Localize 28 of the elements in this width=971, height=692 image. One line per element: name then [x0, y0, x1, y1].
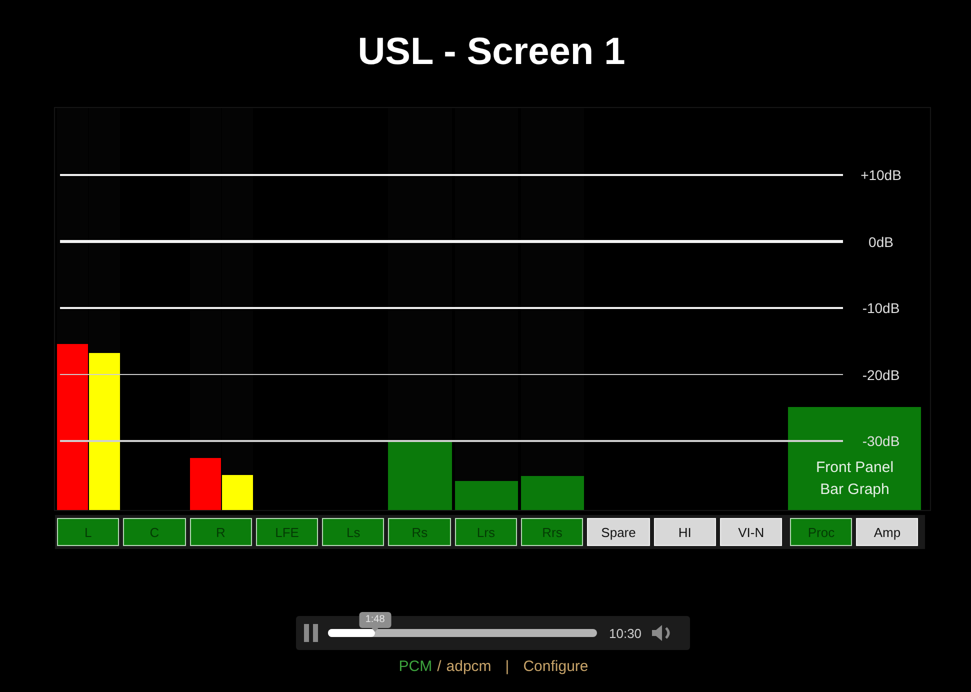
screen-title: USL - Screen 1 — [358, 30, 626, 75]
channel-button[interactable]: L — [57, 518, 120, 546]
channel-button[interactable]: Ls — [322, 518, 384, 546]
pause-icon — [304, 624, 318, 642]
format-link[interactable]: PCM — [398, 657, 432, 677]
pause-button[interactable] — [304, 624, 318, 642]
scale-label: -10dB — [862, 300, 900, 316]
channel-button[interactable]: Spare — [587, 518, 650, 546]
channel-button[interactable]: C — [123, 518, 186, 546]
scale-label: -30dB — [862, 433, 900, 449]
format-separator: / — [437, 657, 442, 677]
channel-button[interactable]: VI-N — [720, 518, 782, 546]
channel-button[interactable]: Lrs — [454, 518, 518, 546]
channel-button[interactable]: LFE — [256, 518, 318, 546]
channel-button[interactable]: HI — [654, 518, 716, 546]
channel-button[interactable]: Rrs — [521, 518, 584, 546]
channel-button[interactable]: Rs — [388, 518, 451, 546]
scale-label: -20dB — [862, 366, 900, 382]
duration-text: 10:30 — [609, 626, 642, 640]
format-link[interactable]: adpcm — [446, 657, 492, 677]
configure-link[interactable]: Configure — [523, 657, 588, 677]
time-tooltip: 1:48 — [359, 612, 391, 628]
output-button[interactable]: Amp — [856, 518, 918, 546]
output-button[interactable]: Proc — [790, 518, 852, 546]
channel-button[interactable]: R — [190, 518, 252, 546]
scale-label: +10dB — [860, 167, 902, 183]
link-separator: | — [505, 657, 510, 677]
scale-label: 0dB — [868, 234, 894, 250]
